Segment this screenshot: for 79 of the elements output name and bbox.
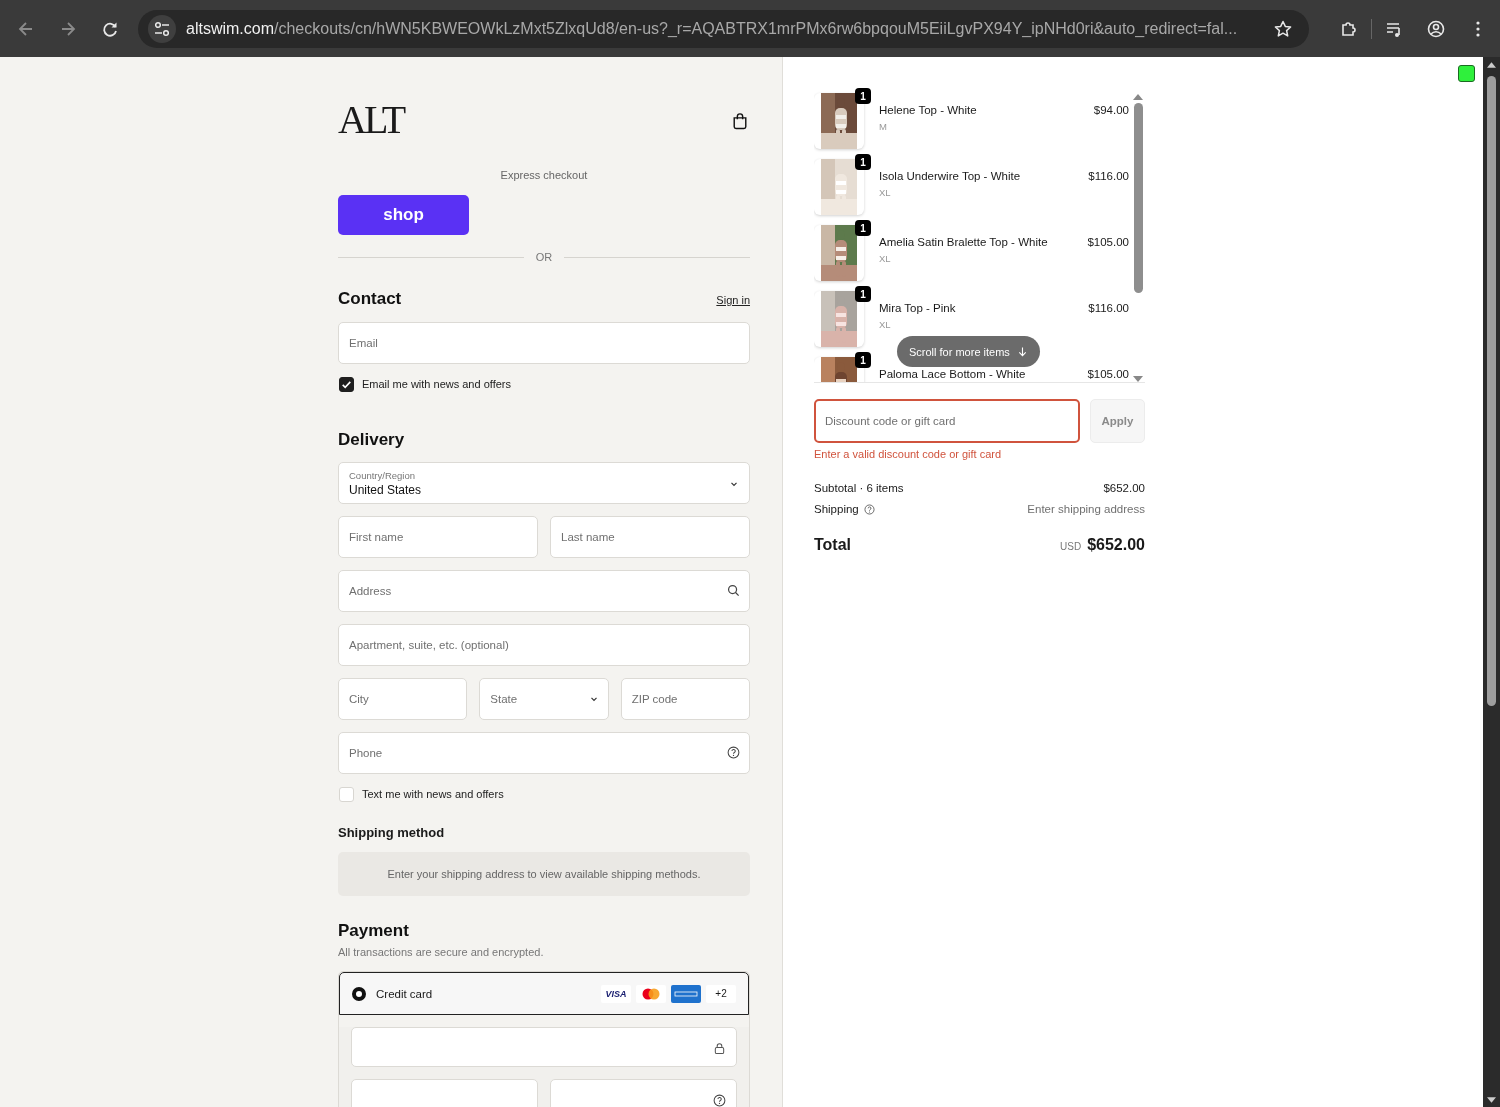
country-select[interactable]: Country/Region United States: [338, 462, 750, 504]
amex-card-icon: [671, 984, 701, 1003]
address-bar[interactable]: altswim.com/checkouts/cn/hWN5KBWEOWkLzMxt5ZlxqUd8/en-us?_r=AQABTRX1mrPMx6rw6bpqouM5EiiLgvPX94Y_ipNHd0ri&auto_redirect=fal...: [138, 9, 1309, 48]
site-settings-icon[interactable]: [148, 14, 176, 43]
product-price: $116.00: [1088, 301, 1129, 314]
quantity-badge: 1: [855, 154, 871, 170]
help-icon[interactable]: [713, 1094, 726, 1107]
shop-pay-button[interactable]: shop: [338, 195, 469, 235]
input-field[interactable]: Last name: [550, 516, 750, 558]
lock-icon: [713, 1042, 726, 1055]
error-message: Enter a valid discount code or gift card: [814, 448, 1003, 460]
shopping-bag-icon[interactable]: [732, 112, 748, 130]
help-icon[interactable]: [727, 746, 740, 759]
input-field[interactable]: Phone: [338, 732, 750, 774]
product-variant: XL: [879, 253, 892, 264]
product-variant: M: [879, 121, 888, 132]
shipping-value: Enter shipping address: [1027, 503, 1145, 515]
sms-checkbox[interactable]: [339, 786, 354, 802]
input-field[interactable]: Address: [338, 570, 750, 612]
total-amount: $652.00: [1087, 536, 1145, 554]
radio-button[interactable]: [352, 986, 366, 1001]
card-input-field[interactable]: [351, 1079, 538, 1107]
bookmark-star-icon[interactable]: [1273, 18, 1293, 39]
scroll-down-icon[interactable]: [1487, 1097, 1496, 1103]
product-name: Helene Top - White: [879, 104, 978, 116]
url-text: altswim.com/checkouts/cn/hWN5KBWEOWkLzMxt5ZlxqUd8/en-us?_r=AQABTRX1mrPMx6rw6bpqouM5EiiLgvPX94Y_ipNHd0ri&auto_redirect=fal...: [186, 19, 1239, 38]
quantity-badge: 1: [855, 286, 871, 302]
search-icon: [727, 584, 740, 597]
shipping-label: Shipping: [814, 503, 859, 515]
product-variant: XL: [879, 319, 892, 330]
product-name: Amelia Satin Bralette Top - White: [879, 236, 1049, 248]
quantity-badge: 1: [855, 220, 871, 236]
total-label: Total: [814, 536, 852, 554]
scrollbar-thumb[interactable]: [1133, 103, 1143, 293]
scroll-up-icon[interactable]: [1487, 62, 1496, 68]
product-name: Isola Underwire Top - White: [879, 170, 1022, 182]
product-price: $105.00: [1087, 367, 1129, 380]
payment-method-label: Credit card: [376, 987, 434, 1000]
card-input-field[interactable]: [351, 1027, 737, 1067]
quantity-badge: 1: [855, 352, 871, 368]
sign-in-link[interactable]: Sign in: [716, 294, 750, 306]
visa-card-badge: VISA: [601, 984, 631, 1003]
arrow-down-icon: [1016, 346, 1028, 357]
product-name: Mira Top - Pink: [879, 302, 957, 314]
extension-status-icon: [1458, 65, 1475, 82]
product-variant: XL: [879, 187, 892, 198]
state-select[interactable]: State: [479, 678, 609, 720]
or-divider-text: OR: [535, 251, 553, 263]
quantity-badge: 1: [855, 88, 871, 104]
input-field[interactable]: ZIP code: [620, 678, 750, 720]
newsletter-label: Email me with news and offers: [362, 378, 511, 390]
input-field[interactable]: City: [338, 678, 468, 720]
more-cards-badge: +2: [706, 984, 736, 1003]
email-field[interactable]: Email: [338, 322, 750, 364]
store-logo[interactable]: ALT: [338, 100, 404, 140]
currency-code: USD: [1060, 541, 1082, 552]
product-price: $105.00: [1087, 235, 1129, 248]
input-field[interactable]: First name: [338, 516, 538, 558]
payment-security-note: All transactions are secure and encrypted.: [338, 946, 545, 958]
profile-icon[interactable]: [1426, 18, 1446, 39]
product-price: $94.00: [1093, 103, 1129, 116]
product-price: $116.00: [1088, 169, 1129, 182]
scroll-for-more-button[interactable]: Scroll for more items: [897, 336, 1040, 367]
express-checkout-label: Express checkout: [499, 169, 589, 181]
scrollbar-thumb[interactable]: [1487, 76, 1496, 706]
card-input-field[interactable]: [550, 1079, 737, 1107]
newsletter-checkbox[interactable]: [339, 376, 354, 392]
sms-label: Text me with news and offers: [362, 788, 504, 800]
delivery-heading: Delivery: [338, 430, 406, 450]
payment-method-option[interactable]: Credit card VISA +2: [339, 972, 749, 1015]
contact-heading: Contact: [338, 289, 402, 309]
shipping-method-heading: Shipping method: [338, 825, 446, 840]
subtotal-amount: $652.00: [1103, 482, 1145, 494]
product-name: Paloma Lace Bottom - White: [879, 368, 1027, 380]
payment-heading: Payment: [338, 921, 410, 941]
input-field[interactable]: Apartment, suite, etc. (optional): [338, 624, 750, 666]
subtotal-label: Subtotal · 6 items: [814, 482, 904, 494]
shipping-methods-notice: Enter your shipping address to view available shipping methods.: [338, 852, 750, 896]
mastercard-icon: [636, 984, 666, 1003]
